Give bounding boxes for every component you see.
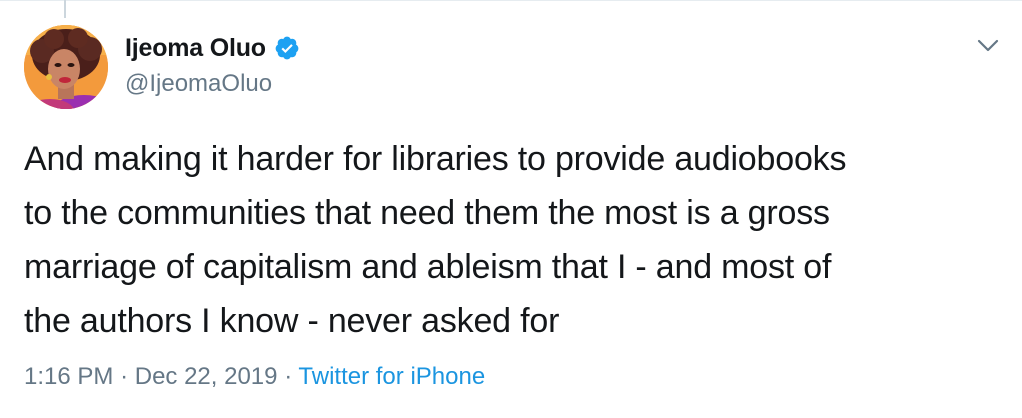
avatar-image <box>24 25 108 109</box>
verified-badge-icon <box>275 36 299 60</box>
avatar[interactable] <box>24 25 108 109</box>
tweet-text-line: to the communities that need them the mo… <box>24 194 830 232</box>
tweet-menu-button[interactable] <box>972 32 1004 60</box>
tweet-text-line: marriage of capitalism and ableism that … <box>24 248 832 286</box>
tweet-date[interactable]: Dec 22, 2019 <box>135 363 278 390</box>
top-divider <box>0 0 1022 1</box>
author-name[interactable]: Ijeoma Oluo <box>125 34 266 63</box>
tweet-metadata: 1:16 PM · Dec 22, 2019 · Twitter for iPh… <box>24 363 485 391</box>
tweet-text-line: the authors I know - never asked for <box>24 302 560 340</box>
tweet-time[interactable]: 1:16 PM <box>24 363 113 390</box>
tweet-text-line: And making it harder for libraries to pr… <box>24 140 847 178</box>
meta-separator: · <box>120 363 129 390</box>
author-handle[interactable]: @IjeomaOluo <box>125 70 272 98</box>
thread-connector-line <box>64 0 66 18</box>
tweet-text: And making it harder for libraries to pr… <box>24 132 999 348</box>
tweet-source-link[interactable]: Twitter for iPhone <box>298 363 485 390</box>
meta-separator: · <box>284 363 293 390</box>
chevron-down-icon <box>977 39 999 52</box>
